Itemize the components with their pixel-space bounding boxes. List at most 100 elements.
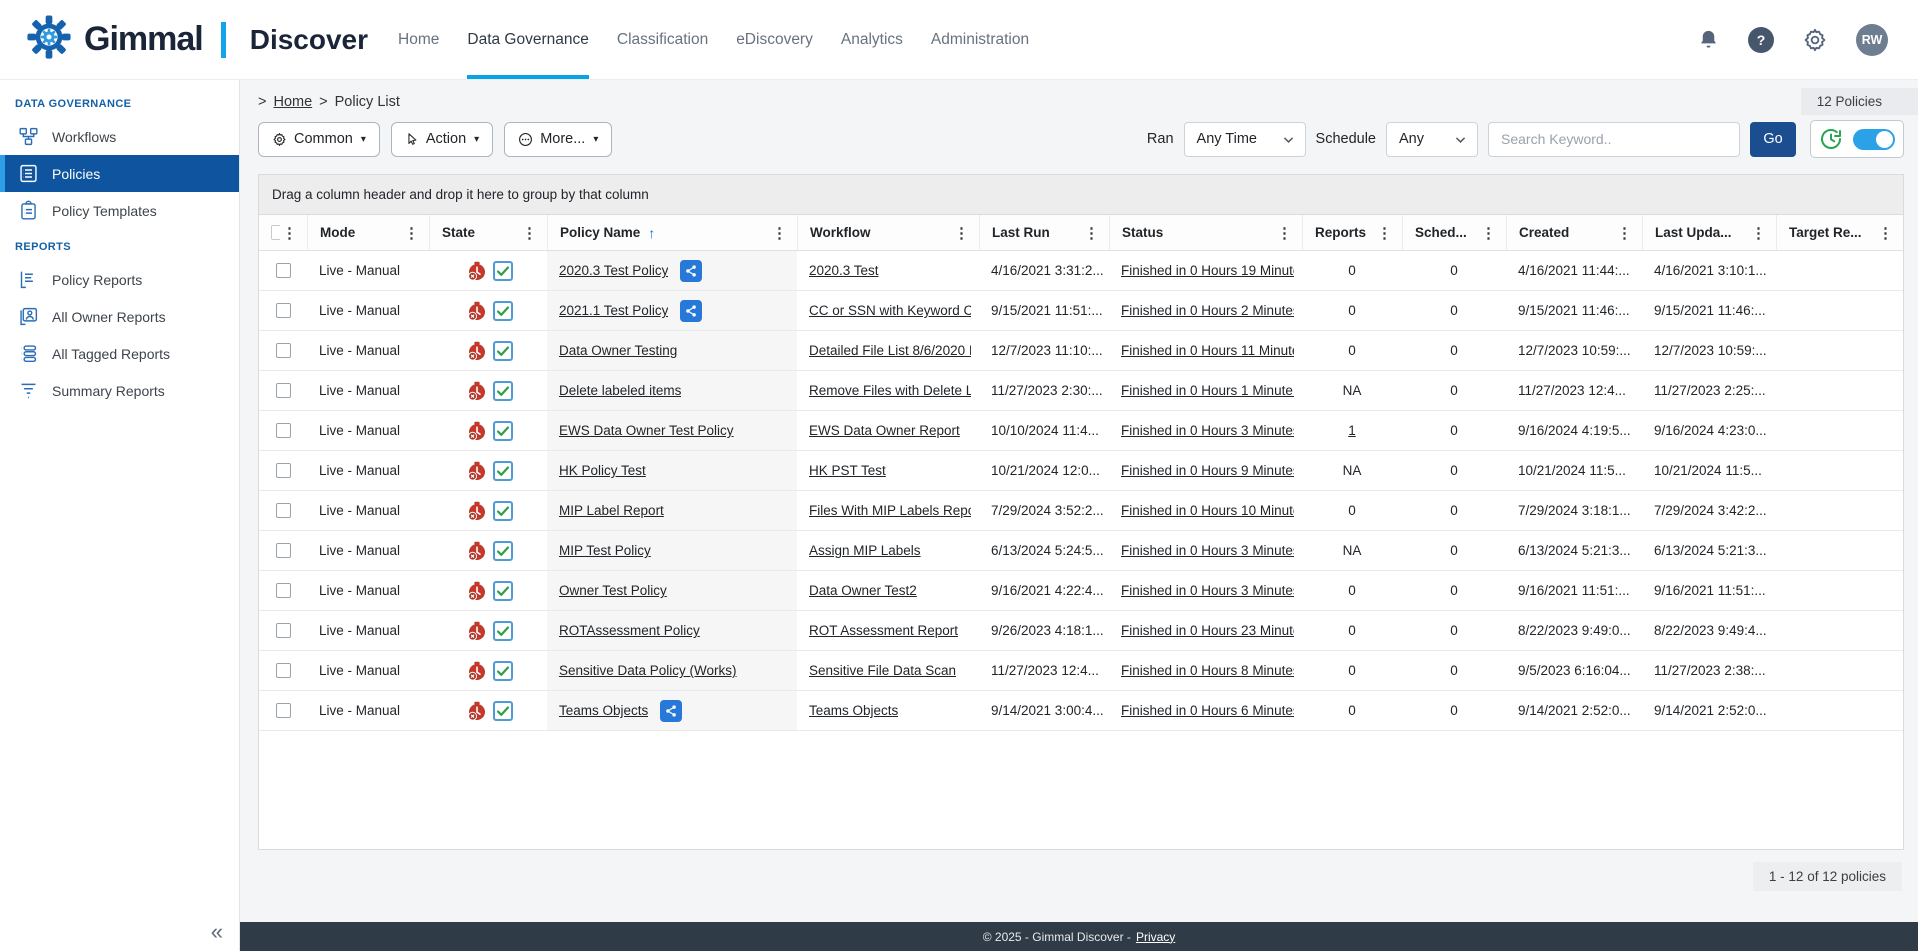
- workflow-link[interactable]: Remove Files with Delete La: [809, 383, 971, 398]
- status-link[interactable]: Finished in 0 Hours 9 Minutes 1: [1121, 463, 1294, 478]
- search-input[interactable]: [1488, 122, 1740, 157]
- ran-select[interactable]: Any Time: [1184, 122, 1306, 157]
- row-checkbox[interactable]: [276, 343, 291, 358]
- policy-name-link[interactable]: Owner Test Policy: [559, 583, 667, 598]
- column-header-last-upda[interactable]: Last Upda...⋮: [1642, 215, 1776, 250]
- workflow-link[interactable]: Detailed File List 8/6/2020 I: [809, 343, 971, 358]
- policy-name-link[interactable]: MIP Test Policy: [559, 543, 651, 558]
- refresh-history-icon[interactable]: [1819, 127, 1843, 151]
- workflow-link[interactable]: Sensitive File Data Scan: [809, 663, 956, 678]
- row-checkbox[interactable]: [276, 463, 291, 478]
- row-checkbox[interactable]: [276, 663, 291, 678]
- policy-name-link[interactable]: Sensitive Data Policy (Works): [559, 663, 737, 678]
- policy-name-link[interactable]: EWS Data Owner Test Policy: [559, 423, 734, 438]
- column-header-last-run[interactable]: Last Run⋮: [979, 215, 1109, 250]
- bell-icon[interactable]: [1697, 28, 1720, 51]
- policy-name-link[interactable]: 2021.1 Test Policy: [559, 303, 668, 318]
- status-link[interactable]: Finished in 0 Hours 3 Minutes 5: [1121, 543, 1294, 558]
- column-header-target-re[interactable]: Target Re...⋮: [1776, 215, 1903, 250]
- go-button[interactable]: Go: [1750, 122, 1796, 157]
- policy-name-link[interactable]: 2020.3 Test Policy: [559, 263, 668, 278]
- column-menu-icon[interactable]: ⋮: [1375, 224, 1394, 242]
- nav-item-home[interactable]: Home: [398, 0, 439, 79]
- workflow-link[interactable]: ROT Assessment Report: [809, 623, 958, 638]
- toolbar-button-common[interactable]: Common▾: [258, 122, 380, 157]
- column-header-status[interactable]: Status⋮: [1109, 215, 1302, 250]
- sidebar-item-workflows[interactable]: Workflows: [0, 118, 239, 155]
- row-checkbox[interactable]: [276, 263, 291, 278]
- column-menu-icon[interactable]: ⋮: [1275, 224, 1294, 242]
- gear-icon[interactable]: [1802, 27, 1828, 53]
- nav-item-analytics[interactable]: Analytics: [841, 0, 903, 79]
- sidebar-item-all-tagged-reports[interactable]: All Tagged Reports: [0, 335, 239, 372]
- privacy-link[interactable]: Privacy: [1136, 930, 1175, 944]
- sidebar-item-policy-reports[interactable]: Policy Reports: [0, 261, 239, 298]
- workflow-link[interactable]: Files With MIP Labels Repo: [809, 503, 971, 518]
- sidebar-item-policies[interactable]: Policies: [0, 155, 239, 192]
- policy-name-link[interactable]: HK Policy Test: [559, 463, 646, 478]
- column-header-reports[interactable]: Reports⋮: [1302, 215, 1402, 250]
- column-header-state[interactable]: State⋮: [429, 215, 547, 250]
- row-checkbox[interactable]: [276, 583, 291, 598]
- sidebar-collapse-icon[interactable]: «: [211, 919, 223, 945]
- row-checkbox[interactable]: [276, 423, 291, 438]
- column-menu-icon[interactable]: ⋮: [1082, 224, 1101, 242]
- column-menu-icon[interactable]: ⋮: [1749, 224, 1768, 242]
- status-link[interactable]: Finished in 0 Hours 23 Minutes: [1121, 623, 1294, 638]
- share-icon[interactable]: [660, 700, 682, 722]
- policy-name-link[interactable]: ROTAssessment Policy: [559, 623, 700, 638]
- schedule-select[interactable]: Any: [1386, 122, 1478, 157]
- column-header-sched[interactable]: Sched...⋮: [1402, 215, 1506, 250]
- workflow-link[interactable]: Assign MIP Labels: [809, 543, 921, 558]
- column-header-created[interactable]: Created⋮: [1506, 215, 1642, 250]
- policy-name-link[interactable]: Delete labeled items: [559, 383, 681, 398]
- status-link[interactable]: Finished in 0 Hours 1 Minute 57: [1121, 383, 1294, 398]
- row-checkbox[interactable]: [276, 303, 291, 318]
- status-link[interactable]: Finished in 0 Hours 3 Minutes 2: [1121, 583, 1294, 598]
- status-link[interactable]: Finished in 0 Hours 10 Minutes: [1121, 503, 1294, 518]
- sidebar-item-all-owner-reports[interactable]: All Owner Reports: [0, 298, 239, 335]
- reports-value[interactable]: 1: [1348, 423, 1356, 438]
- toolbar-button-more[interactable]: More...▾: [504, 122, 612, 157]
- row-checkbox[interactable]: [276, 543, 291, 558]
- help-icon[interactable]: ?: [1748, 27, 1774, 53]
- share-icon[interactable]: [680, 300, 702, 322]
- column-menu-icon[interactable]: ⋮: [402, 224, 421, 242]
- column-header-mode[interactable]: Mode⋮: [307, 215, 429, 250]
- avatar[interactable]: RW: [1856, 24, 1888, 56]
- status-link[interactable]: Finished in 0 Hours 2 Minutes 5: [1121, 303, 1294, 318]
- status-link[interactable]: Finished in 0 Hours 11 Minutes: [1121, 343, 1294, 358]
- row-checkbox[interactable]: [276, 703, 291, 718]
- share-icon[interactable]: [680, 260, 702, 282]
- select-all-checkbox[interactable]: [271, 225, 280, 240]
- workflow-link[interactable]: HK PST Test: [809, 463, 886, 478]
- nav-item-classification[interactable]: Classification: [617, 0, 708, 79]
- column-menu-icon[interactable]: ⋮: [952, 224, 971, 242]
- nav-item-administration[interactable]: Administration: [931, 0, 1029, 79]
- status-link[interactable]: Finished in 0 Hours 3 Minutes 3: [1121, 423, 1294, 438]
- policy-name-link[interactable]: MIP Label Report: [559, 503, 664, 518]
- row-checkbox[interactable]: [276, 383, 291, 398]
- column-menu-icon[interactable]: ⋮: [280, 224, 299, 242]
- policy-name-link[interactable]: Teams Objects: [559, 703, 648, 718]
- column-menu-icon[interactable]: ⋮: [520, 224, 539, 242]
- workflow-link[interactable]: EWS Data Owner Report: [809, 423, 960, 438]
- status-link[interactable]: Finished in 0 Hours 8 Minutes 1: [1121, 663, 1294, 678]
- status-link[interactable]: Finished in 0 Hours 19 Minutes: [1121, 263, 1294, 278]
- column-header-workflow[interactable]: Workflow⋮: [797, 215, 979, 250]
- workflow-link[interactable]: Data Owner Test2: [809, 583, 917, 598]
- column-menu-icon[interactable]: ⋮: [1876, 224, 1895, 242]
- nav-item-ediscovery[interactable]: eDiscovery: [736, 0, 813, 79]
- toolbar-button-action[interactable]: Action▾: [391, 122, 493, 157]
- group-by-bar[interactable]: Drag a column header and drop it here to…: [259, 175, 1903, 215]
- column-menu-icon[interactable]: ⋮: [1615, 224, 1634, 242]
- policy-name-link[interactable]: Data Owner Testing: [559, 343, 677, 358]
- auto-refresh-toggle[interactable]: [1853, 129, 1895, 150]
- row-checkbox[interactable]: [276, 503, 291, 518]
- column-header-policy-name[interactable]: Policy Name↑⋮: [547, 215, 797, 250]
- status-link[interactable]: Finished in 0 Hours 6 Minutes 3: [1121, 703, 1294, 718]
- column-header-select[interactable]: ⋮: [259, 215, 307, 250]
- breadcrumb-home-link[interactable]: Home: [273, 94, 312, 110]
- workflow-link[interactable]: Teams Objects: [809, 703, 898, 718]
- row-checkbox[interactable]: [276, 623, 291, 638]
